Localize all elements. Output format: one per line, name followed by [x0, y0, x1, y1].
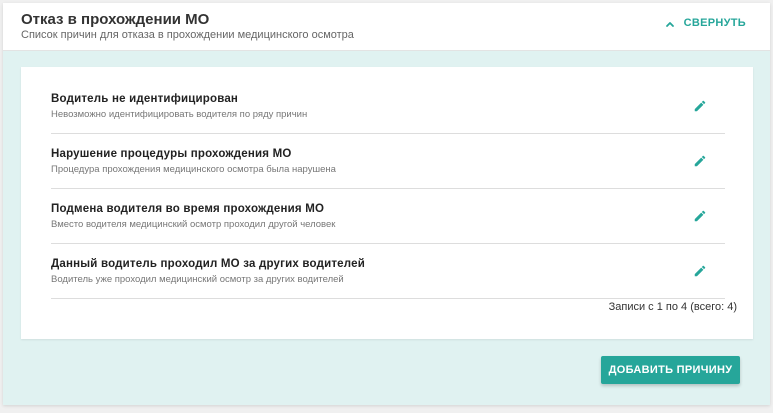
list-item: Нарушение процедуры прохождения МО Проце… [51, 134, 725, 189]
pencil-icon[interactable] [693, 264, 707, 278]
list-item: Подмена водителя во время прохождения МО… [51, 189, 725, 244]
panel-title: Отказ в прохождении МО [21, 11, 210, 28]
collapse-button[interactable]: СВЕРНУТЬ [664, 13, 746, 33]
pencil-icon[interactable] [693, 209, 707, 223]
reason-description: Невозможно идентифицировать водителя по … [51, 109, 308, 120]
reason-title: Данный водитель проходил МО за других во… [51, 258, 365, 270]
list-item: Водитель не идентифицирован Невозможно и… [51, 79, 725, 134]
reason-description: Процедура прохождения медицинского осмот… [51, 164, 336, 175]
collapse-label: СВЕРНУТЬ [683, 17, 746, 29]
list-item: Данный водитель проходил МО за других во… [51, 244, 725, 299]
refusal-reasons-panel: Отказ в прохождении МО Список причин для… [3, 3, 770, 405]
reason-description: Вместо водителя медицинский осмотр прохо… [51, 219, 336, 230]
records-count: Записи с 1 по 4 (всего: 4) [608, 301, 737, 313]
pencil-icon[interactable] [693, 154, 707, 168]
reason-title: Подмена водителя во время прохождения МО [51, 203, 325, 215]
pencil-icon[interactable] [693, 99, 707, 113]
chevron-up-icon [664, 17, 676, 29]
reasons-card: Водитель не идентифицирован Невозможно и… [21, 67, 753, 339]
add-reason-button[interactable]: ДОБАВИТЬ ПРИЧИНУ [601, 356, 740, 384]
panel-subtitle: Список причин для отказа в прохождении м… [21, 29, 354, 41]
reason-title: Водитель не идентифицирован [51, 93, 239, 105]
reasons-list: Водитель не идентифицирован Невозможно и… [51, 79, 725, 299]
reason-title: Нарушение процедуры прохождения МО [51, 148, 292, 160]
panel-header: Отказ в прохождении МО Список причин для… [3, 3, 770, 51]
reason-description: Водитель уже проходил медицинский осмотр… [51, 274, 344, 285]
